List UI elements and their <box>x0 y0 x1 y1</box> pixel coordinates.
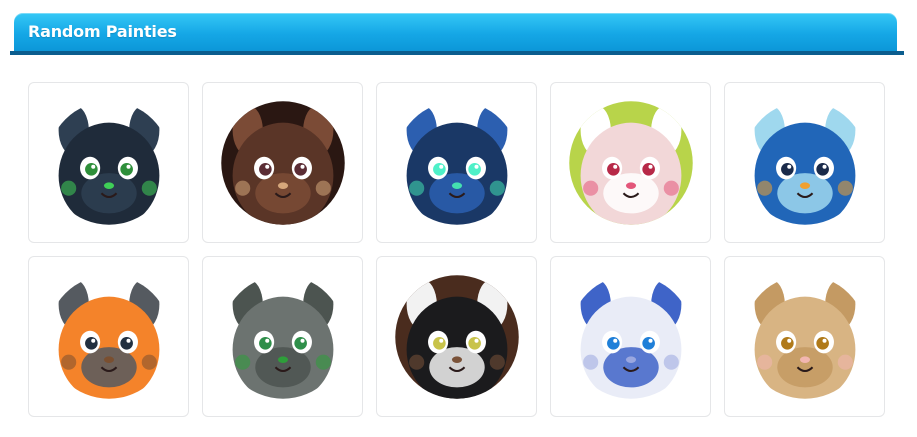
panel-header: Random Painties <box>14 13 897 51</box>
tuxedo-cat-icon <box>394 274 519 399</box>
blue-bird-icon <box>742 100 867 225</box>
paintie-card[interactable] <box>550 82 711 243</box>
paintie-card[interactable] <box>28 82 189 243</box>
brown-bunny-icon <box>220 100 345 225</box>
pirate-orange-critter-icon <box>46 274 171 399</box>
tan-bunny-icon <box>742 274 867 399</box>
gray-mouse-icon <box>220 274 345 399</box>
paintie-card[interactable] <box>28 256 189 417</box>
header-divider <box>10 51 904 55</box>
panel-title: Random Painties <box>28 22 177 41</box>
paintie-card[interactable] <box>550 256 711 417</box>
paintie-card[interactable] <box>376 256 537 417</box>
flower-crown-bunny-icon <box>568 100 693 225</box>
paintie-card[interactable] <box>724 256 885 417</box>
paintie-card[interactable] <box>724 82 885 243</box>
paintie-card[interactable] <box>202 82 363 243</box>
dark-dragon-icon <box>46 100 171 225</box>
paintie-grid <box>28 82 886 417</box>
blue-wolf-icon <box>394 100 519 225</box>
paintie-card[interactable] <box>202 256 363 417</box>
white-fox-icon <box>568 274 693 399</box>
paintie-card[interactable] <box>376 82 537 243</box>
